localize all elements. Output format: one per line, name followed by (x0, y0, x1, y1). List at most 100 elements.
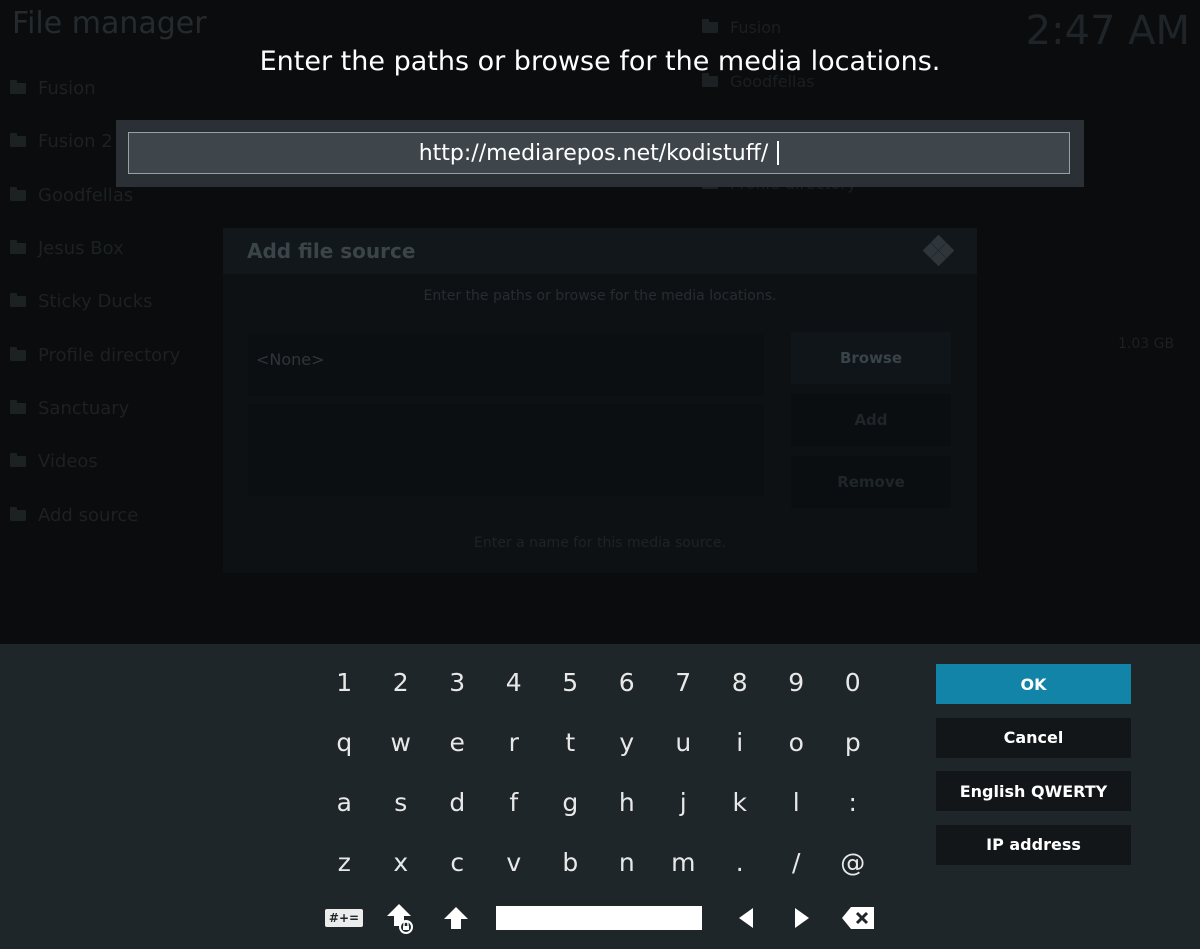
virtual-keyboard: 1 2 3 4 5 6 7 8 9 0 q w e r t y u i o p … (0, 644, 1200, 949)
source-item[interactable]: Add source (10, 488, 180, 541)
key[interactable]: 0 (825, 656, 882, 708)
key[interactable]: u (655, 716, 712, 768)
key[interactable]: z (316, 836, 373, 888)
folder-icon (10, 186, 26, 201)
right-pane-list: Fusion (702, 14, 781, 40)
key[interactable]: i (712, 716, 769, 768)
kodi-logo-icon (922, 234, 955, 267)
key-row-bottom: z x c v b n m . / @ (316, 832, 881, 892)
path-input-value: http://mediarepos.net/kodistuff/ (418, 140, 776, 166)
key[interactable]: o (768, 716, 825, 768)
key[interactable]: j (655, 776, 712, 828)
key[interactable]: x (373, 836, 430, 888)
folder-icon (10, 506, 26, 521)
folder-icon (10, 453, 26, 468)
folder-icon (10, 133, 26, 148)
backspace-key[interactable] (830, 892, 886, 944)
key-row-home: a s d f g h j k l : (316, 772, 881, 832)
key[interactable]: 4 (486, 656, 543, 708)
key[interactable]: p (825, 716, 882, 768)
key[interactable]: l (768, 776, 825, 828)
key[interactable]: g (542, 776, 599, 828)
key[interactable]: 5 (542, 656, 599, 708)
key[interactable]: 3 (429, 656, 486, 708)
key[interactable]: : (825, 776, 882, 828)
file-manager-title: File manager (12, 6, 207, 41)
folder-icon (10, 346, 26, 361)
folder-icon (10, 293, 26, 308)
dialog-header: Add file source (223, 228, 977, 274)
key[interactable]: c (429, 836, 486, 888)
backspace-icon (842, 907, 874, 929)
arrow-right-icon (795, 908, 809, 928)
key[interactable]: q (316, 716, 373, 768)
key[interactable]: y (599, 716, 656, 768)
path-list-item[interactable]: <None> (248, 334, 764, 396)
key[interactable]: r (486, 716, 543, 768)
folder-icon (10, 240, 26, 255)
key[interactable]: @ (825, 836, 882, 888)
key[interactable]: a (316, 776, 373, 828)
source-item[interactable]: Jesus Box (10, 222, 180, 275)
dialog-title: Add file source (247, 239, 416, 263)
arrow-left-icon (739, 908, 753, 928)
key-row-top: q w e r t y u i o p (316, 712, 881, 772)
cursor-left-key[interactable] (718, 892, 774, 944)
key[interactable]: t (542, 716, 599, 768)
browse-button[interactable]: Browse (791, 332, 951, 384)
folder-icon (10, 399, 26, 414)
source-item[interactable]: Profile directory (10, 328, 180, 381)
special-keys-row: #+= (316, 892, 886, 944)
key[interactable]: 8 (712, 656, 769, 708)
path-list-empty (248, 404, 764, 496)
key[interactable]: n (599, 836, 656, 888)
key[interactable]: v (486, 836, 543, 888)
key[interactable]: m (655, 836, 712, 888)
cursor-right-key[interactable] (774, 892, 830, 944)
folder-icon (10, 80, 26, 95)
path-input[interactable]: http://mediarepos.net/kodistuff/ (128, 132, 1070, 174)
keyboard-layout-button[interactable]: English QWERTY (936, 771, 1131, 811)
keyboard-actions: OK Cancel English QWERTY IP address (936, 664, 1131, 878)
key[interactable]: f (486, 776, 543, 828)
folder-icon (702, 18, 718, 33)
source-item[interactable]: Sanctuary (10, 382, 180, 435)
key[interactable]: h (599, 776, 656, 828)
key[interactable]: e (429, 716, 486, 768)
key[interactable]: 6 (599, 656, 656, 708)
key[interactable]: 2 (373, 656, 430, 708)
key[interactable]: b (542, 836, 599, 888)
key[interactable]: d (429, 776, 486, 828)
caps-lock-icon (387, 904, 413, 934)
shift-key[interactable] (428, 892, 484, 944)
remove-button[interactable]: Remove (791, 456, 951, 508)
key[interactable]: 1 (316, 656, 373, 708)
symbols-key-label: #+= (324, 909, 364, 927)
key[interactable]: w (373, 716, 430, 768)
caps-lock-key[interactable] (372, 892, 428, 944)
key[interactable]: / (768, 836, 825, 888)
source-item[interactable]: Sticky Ducks (10, 275, 180, 328)
source-name-prompt[interactable]: Enter a name for this media source. (223, 535, 977, 551)
input-frame: http://mediarepos.net/kodistuff/ (116, 120, 1084, 187)
symbols-key[interactable]: #+= (316, 892, 372, 944)
key[interactable]: 7 (655, 656, 712, 708)
add-button[interactable]: Add (791, 394, 951, 446)
key[interactable]: s (373, 776, 430, 828)
key-grid: 1 2 3 4 5 6 7 8 9 0 q w e r t y u i o p … (316, 652, 881, 892)
ip-address-button[interactable]: IP address (936, 824, 1131, 865)
ok-button[interactable]: OK (936, 664, 1131, 704)
keyboard-prompt: Enter the paths or browse for the media … (259, 46, 941, 77)
source-item[interactable]: Videos (10, 435, 180, 488)
shift-icon (444, 907, 468, 929)
add-file-source-dialog: Add file source Enter the paths or brows… (223, 228, 977, 573)
cancel-button[interactable]: Cancel (936, 717, 1131, 758)
key[interactable]: . (712, 836, 769, 888)
key[interactable]: k (712, 776, 769, 828)
key-row-numbers: 1 2 3 4 5 6 7 8 9 0 (316, 652, 881, 712)
right-pane-item[interactable]: Fusion (702, 14, 781, 40)
space-bar[interactable] (496, 906, 702, 930)
size-label: 1.03 GB (1118, 336, 1175, 352)
folder-icon (702, 72, 718, 87)
key[interactable]: 9 (768, 656, 825, 708)
